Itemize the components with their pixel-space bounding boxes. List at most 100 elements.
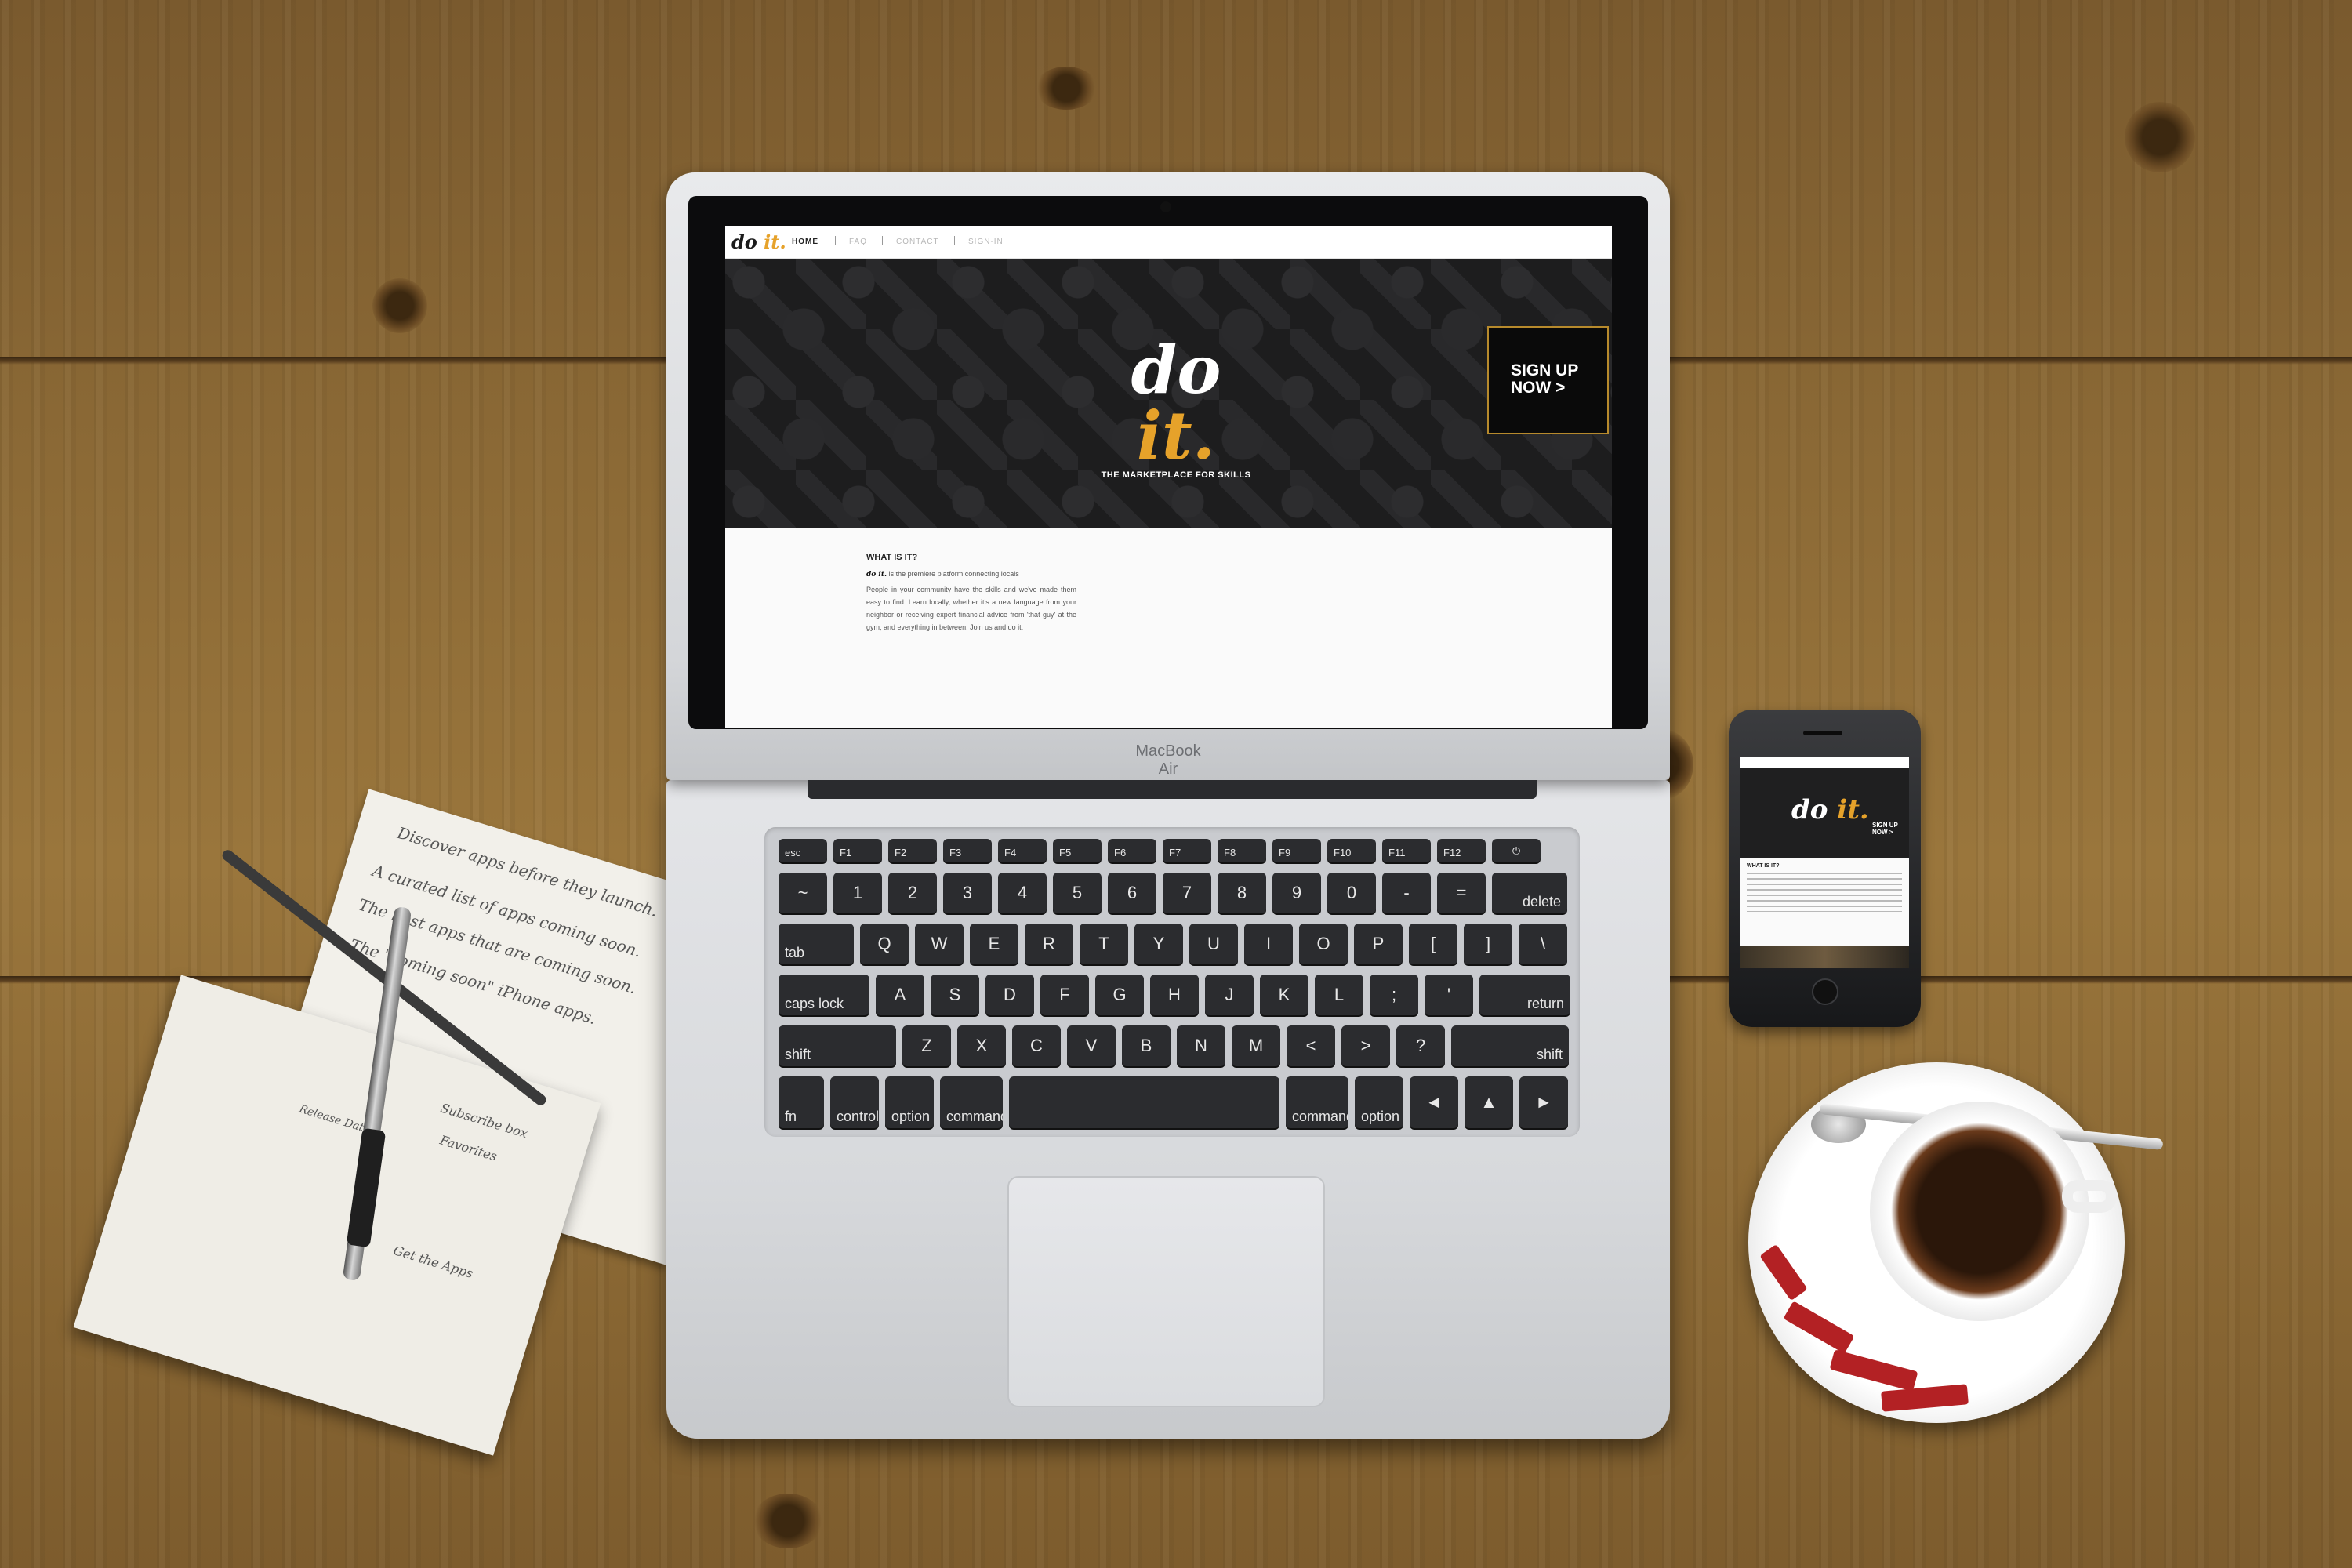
key-f9[interactable]: F9	[1272, 839, 1321, 862]
key-0[interactable]: 0	[1327, 873, 1376, 913]
key-s[interactable]: S	[931, 975, 979, 1015]
key-i[interactable]: I	[1244, 924, 1293, 964]
nav-contact[interactable]: CONTACT	[896, 238, 939, 246]
key-f2[interactable]: F2	[888, 839, 937, 862]
key-f6[interactable]: F6	[1108, 839, 1156, 862]
key-v[interactable]: V	[1067, 1025, 1116, 1066]
key-j[interactable]: J	[1205, 975, 1254, 1015]
wood-knot	[2125, 102, 2195, 172]
nav-home[interactable]: HOME	[792, 238, 818, 246]
phone-home-button[interactable]	[1812, 978, 1838, 1005]
key-y[interactable]: Y	[1134, 924, 1183, 964]
key--[interactable]: -	[1382, 873, 1431, 913]
key-7[interactable]: 7	[1163, 873, 1211, 913]
key-2[interactable]: 2	[888, 873, 937, 913]
key-q[interactable]: Q	[860, 924, 909, 964]
key-f8[interactable]: F8	[1218, 839, 1266, 862]
key-tab[interactable]: tab	[779, 924, 854, 964]
key-m[interactable]: M	[1232, 1025, 1280, 1066]
key--[interactable]: ~	[779, 873, 827, 913]
key-control[interactable]: control	[830, 1076, 879, 1128]
key--[interactable]: '	[1425, 975, 1473, 1015]
key-f5[interactable]: F5	[1053, 839, 1102, 862]
phone-logo: do it.	[1791, 794, 1869, 826]
cup-handle	[2062, 1180, 2117, 1213]
key-g[interactable]: G	[1095, 975, 1144, 1015]
key-f12[interactable]: F12	[1437, 839, 1486, 862]
key-n[interactable]: N	[1177, 1025, 1225, 1066]
key-f7[interactable]: F7	[1163, 839, 1211, 862]
key-f10[interactable]: F10	[1327, 839, 1376, 862]
key-6[interactable]: 6	[1108, 873, 1156, 913]
key-f4[interactable]: F4	[998, 839, 1047, 862]
key-caps-lock[interactable]: caps lock	[779, 975, 869, 1015]
key-k[interactable]: K	[1260, 975, 1308, 1015]
trackpad[interactable]	[1007, 1176, 1325, 1407]
key-fn[interactable]: fn	[779, 1076, 824, 1128]
key-h[interactable]: H	[1150, 975, 1199, 1015]
sign-up-button[interactable]: SIGN UP NOW >	[1487, 326, 1609, 434]
key--[interactable]: ◄	[1410, 1076, 1458, 1128]
hero-logo: do it. THE MARKETPLACE FOR SKILLS	[1086, 337, 1266, 481]
site-logo[interactable]: do it.	[731, 230, 786, 253]
key-delete[interactable]: delete	[1492, 873, 1567, 913]
key--[interactable]: ?	[1396, 1025, 1445, 1066]
key-x[interactable]: X	[957, 1025, 1006, 1066]
key-f[interactable]: F	[1040, 975, 1089, 1015]
key--[interactable]: \	[1519, 924, 1567, 964]
key-3[interactable]: 3	[943, 873, 992, 913]
key-a[interactable]: A	[876, 975, 924, 1015]
key--[interactable]: =	[1437, 873, 1486, 913]
key-8[interactable]: 8	[1218, 873, 1266, 913]
website-screen: do it. HOME FAQ CONTACT SIGN-IN do it. T…	[725, 226, 1612, 728]
wood-knot	[1035, 67, 1098, 110]
key-f3[interactable]: F3	[943, 839, 992, 862]
phone-nav	[1740, 757, 1909, 768]
key-command[interactable]: command	[940, 1076, 1003, 1128]
hero-banner: do it. THE MARKETPLACE FOR SKILLS SIGN U…	[725, 259, 1612, 528]
nav-faq[interactable]: FAQ	[849, 238, 867, 246]
key-p[interactable]: P	[1354, 924, 1403, 964]
key-f11[interactable]: F11	[1382, 839, 1431, 862]
key-r[interactable]: R	[1025, 924, 1073, 964]
key-e[interactable]: E	[970, 924, 1018, 964]
key-c[interactable]: C	[1012, 1025, 1061, 1066]
section-body: People in your community have the skills…	[866, 586, 1076, 631]
camera-icon	[1160, 201, 1171, 212]
key-shift[interactable]: shift	[1451, 1025, 1569, 1066]
key-w[interactable]: W	[915, 924, 964, 964]
key-5[interactable]: 5	[1053, 873, 1102, 913]
key--[interactable]: ]	[1464, 924, 1512, 964]
what-is-it-section: WHAT IS IT? do it. is the premiere platf…	[725, 528, 1612, 728]
nav-separator	[835, 236, 836, 245]
key-esc[interactable]: esc	[779, 839, 827, 862]
key--[interactable]: >	[1341, 1025, 1390, 1066]
key-l[interactable]: L	[1315, 975, 1363, 1015]
key--[interactable]: ;	[1370, 975, 1418, 1015]
key-4[interactable]: 4	[998, 873, 1047, 913]
key-b[interactable]: B	[1122, 1025, 1171, 1066]
key-option[interactable]: option	[1355, 1076, 1403, 1128]
key-f1[interactable]: F1	[833, 839, 882, 862]
key-space[interactable]	[1009, 1076, 1279, 1128]
key-d[interactable]: D	[985, 975, 1034, 1015]
phone-heading: WHAT IS IT?	[1747, 863, 1780, 869]
key--[interactable]: ▲	[1465, 1076, 1513, 1128]
phone-sign-up-button[interactable]: SIGN UP NOW >	[1872, 822, 1904, 837]
nav-sign-in[interactable]: SIGN-IN	[968, 238, 1004, 246]
key-option[interactable]: option	[885, 1076, 934, 1128]
key-u[interactable]: U	[1189, 924, 1238, 964]
key-1[interactable]: 1	[833, 873, 882, 913]
key-return[interactable]: return	[1479, 975, 1570, 1015]
key--[interactable]: [	[1409, 924, 1457, 964]
phone-text-lines	[1747, 873, 1902, 912]
key-o[interactable]: O	[1299, 924, 1348, 964]
key--[interactable]: ⏻	[1492, 839, 1541, 862]
key--[interactable]: <	[1287, 1025, 1335, 1066]
key-t[interactable]: T	[1080, 924, 1128, 964]
key--[interactable]: ►	[1519, 1076, 1568, 1128]
key-z[interactable]: Z	[902, 1025, 951, 1066]
key-shift[interactable]: shift	[779, 1025, 896, 1066]
key-9[interactable]: 9	[1272, 873, 1321, 913]
key-command[interactable]: command	[1286, 1076, 1348, 1128]
